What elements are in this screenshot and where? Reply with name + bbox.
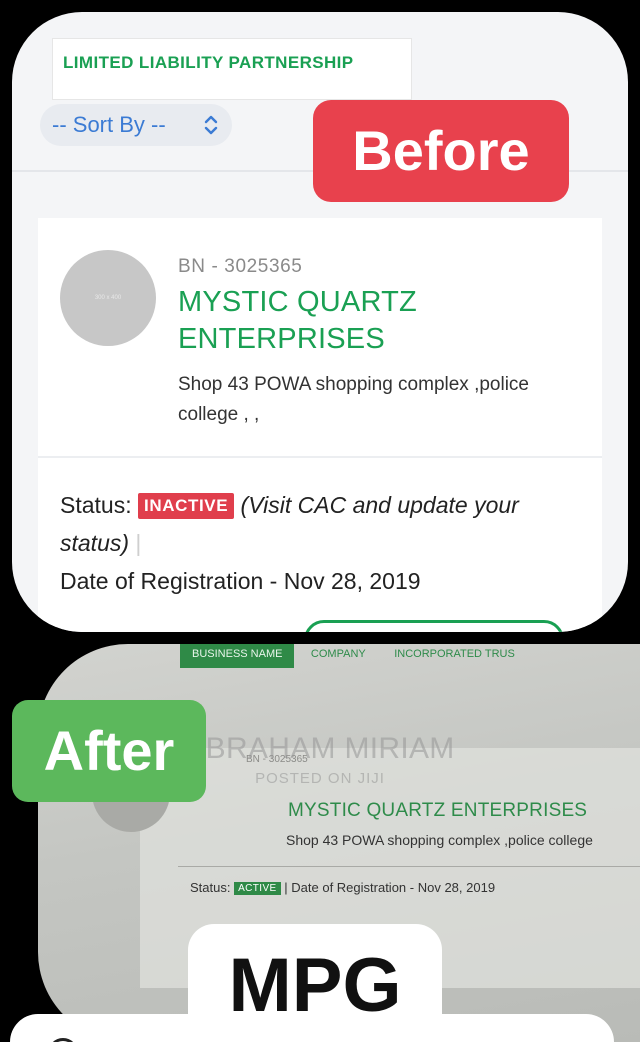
tab-limited-liability-partnership[interactable]: LIMITED LIABILITY PARTNERSHIP <box>52 38 412 100</box>
business-name-photo[interactable]: MYSTIC QUARTZ ENTERPRISES <box>288 800 587 822</box>
status-separator-photo: | <box>284 880 288 895</box>
card-divider-photo <box>178 866 640 867</box>
business-card[interactable]: 300 x 400 BN - 3025365 MYSTIC QUARTZ ENT… <box>38 218 602 632</box>
status-badge-active: ACTIVE <box>234 882 281 895</box>
business-address: Shop 43 POWA shopping complex ,police co… <box>178 374 529 425</box>
outlined-button[interactable] <box>304 620 564 632</box>
tab-incorporated-trustees[interactable]: INCORPORATED TRUS <box>382 644 527 668</box>
status-label: Status: <box>60 492 132 518</box>
business-name-link[interactable]: MYSTIC QUARTZ ENTERPRISES <box>178 284 478 358</box>
sort-by-label: -- Sort By -- <box>52 112 166 137</box>
status-separator: | <box>135 530 142 556</box>
after-label-badge: After <box>12 700 206 802</box>
status-row-photo: Status: ACTIVE | Date of Registration - … <box>190 880 495 895</box>
status-badge-inactive: INACTIVE <box>138 493 235 519</box>
sort-by-select[interactable]: -- Sort By -- <box>40 104 232 146</box>
status-label-photo: Status: <box>190 880 231 895</box>
status-row: Status: INACTIVE (Visit CAC and update y… <box>60 486 580 600</box>
tab-company[interactable]: COMPANY <box>299 644 378 668</box>
registration-date-photo: Date of Registration - Nov 28, 2019 <box>291 880 496 895</box>
business-avatar: 300 x 400 <box>60 250 156 346</box>
card-divider <box>38 456 602 458</box>
tab-business-name[interactable]: BUSINESS NAME <box>180 644 295 668</box>
business-address-photo: Shop 43 POWA shopping complex ,police co… <box>286 832 593 848</box>
chevron-up-down-icon <box>204 115 218 135</box>
before-label-badge: Before <box>313 100 569 202</box>
profile-icon <box>48 1038 78 1042</box>
bottom-card <box>10 1014 614 1042</box>
entity-type-tabs: BUSINESS NAME COMPANY INCORPORATED TRUS <box>180 644 527 668</box>
registration-date: Date of Registration - Nov 28, 2019 <box>60 568 421 594</box>
bn-number: BN - 3025365 <box>178 256 303 277</box>
